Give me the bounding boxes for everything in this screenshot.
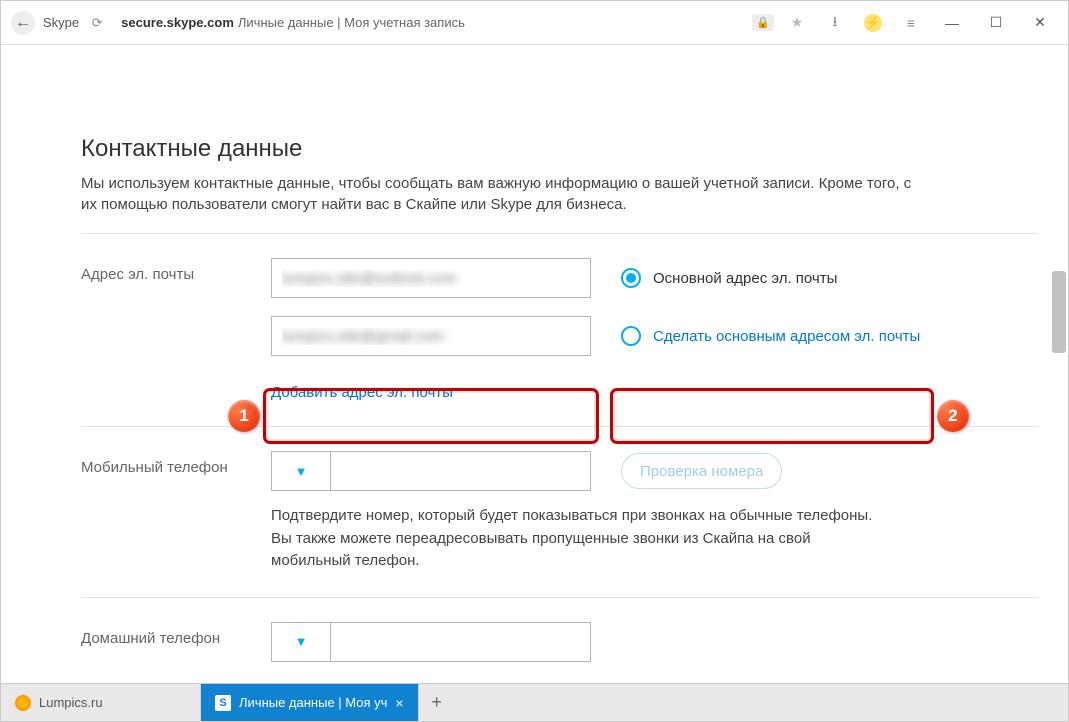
close-icon[interactable]: × [395,695,403,711]
primary-email-input[interactable] [271,258,591,298]
bookmark-star-icon[interactable]: ★ [782,8,812,38]
divider [81,426,1038,427]
menu-icon[interactable]: ≡ [896,8,926,38]
window-close[interactable]: ✕ [1022,14,1058,31]
tab-label: Lumpics.ru [39,695,103,710]
scrollbar[interactable] [1052,45,1066,683]
add-email-link[interactable]: Добавить адрес эл. почты [271,384,453,401]
mobile-row: Мобильный телефон ▼ Проверка номера Подт… [81,445,1038,579]
secondary-email-radio[interactable] [621,326,641,346]
window-maximize[interactable]: ☐ [978,14,1014,31]
home-number-input[interactable] [331,622,591,662]
extensions-icon[interactable]: ⚡ [858,8,888,38]
back-button[interactable]: ← [11,11,35,35]
mobile-country-select[interactable]: ▼ [271,451,331,491]
favicon-icon: S [215,695,231,711]
email-row: Адрес эл. почты Основной адрес эл. почты… [81,252,1038,408]
primary-email-radio[interactable] [621,268,641,288]
tab-strip: Lumpics.ru S Личные данные | Моя уч × + [1,683,1068,721]
caret-down-icon: ▼ [295,464,308,479]
url-title: Личные данные | Моя учетная запись [238,15,465,30]
email-row-label: Адрес эл. почты [81,258,271,283]
home-country-select[interactable]: ▼ [271,622,331,662]
home-phone-row-label: Домашний телефон [81,622,271,647]
mobile-hint: Подтвердите номер, который будет показыв… [271,505,891,573]
section-title: Контактные данные [81,135,1038,163]
scrollbar-thumb[interactable] [1052,271,1066,353]
secondary-email-input[interactable] [271,316,591,356]
home-phone-row: Домашний телефон ▼ [81,616,1038,668]
window-minimize[interactable]: — [934,15,970,31]
mobile-number-input[interactable] [331,451,591,491]
annotation-badge-2: 2 [937,400,969,432]
caret-down-icon: ▼ [295,634,308,649]
verify-number-button[interactable]: Проверка номера [621,453,782,489]
app-name: Skype [43,15,79,30]
tab-label: Личные данные | Моя уч [239,695,387,710]
tab-skype-profile[interactable]: S Личные данные | Моя уч × [201,684,419,721]
mobile-row-label: Мобильный телефон [81,451,271,476]
browser-toolbar: ← Skype ⟳ secure.skype.com Личные данные… [1,1,1068,45]
divider [81,233,1038,234]
favicon-icon [15,695,31,711]
page-content: Контактные данные Мы используем контактн… [1,45,1068,683]
tab-lumpics[interactable]: Lumpics.ru [1,684,201,721]
lock-icon: 🔒 [752,14,774,31]
primary-email-radio-label: Основной адрес эл. почты [653,270,837,287]
downloads-icon[interactable]: ⭳ [820,8,850,38]
address-bar[interactable]: secure.skype.com Личные данные | Моя уче… [115,15,744,30]
annotation-badge-1: 1 [228,400,260,432]
section-description: Мы используем контактные данные, чтобы с… [81,173,921,215]
reload-icon[interactable]: ⟳ [87,13,107,33]
divider [81,597,1038,598]
url-domain: secure.skype.com [121,15,234,30]
make-primary-link[interactable]: Сделать основным адресом эл. почты [653,328,920,345]
new-tab-button[interactable]: + [419,684,455,721]
